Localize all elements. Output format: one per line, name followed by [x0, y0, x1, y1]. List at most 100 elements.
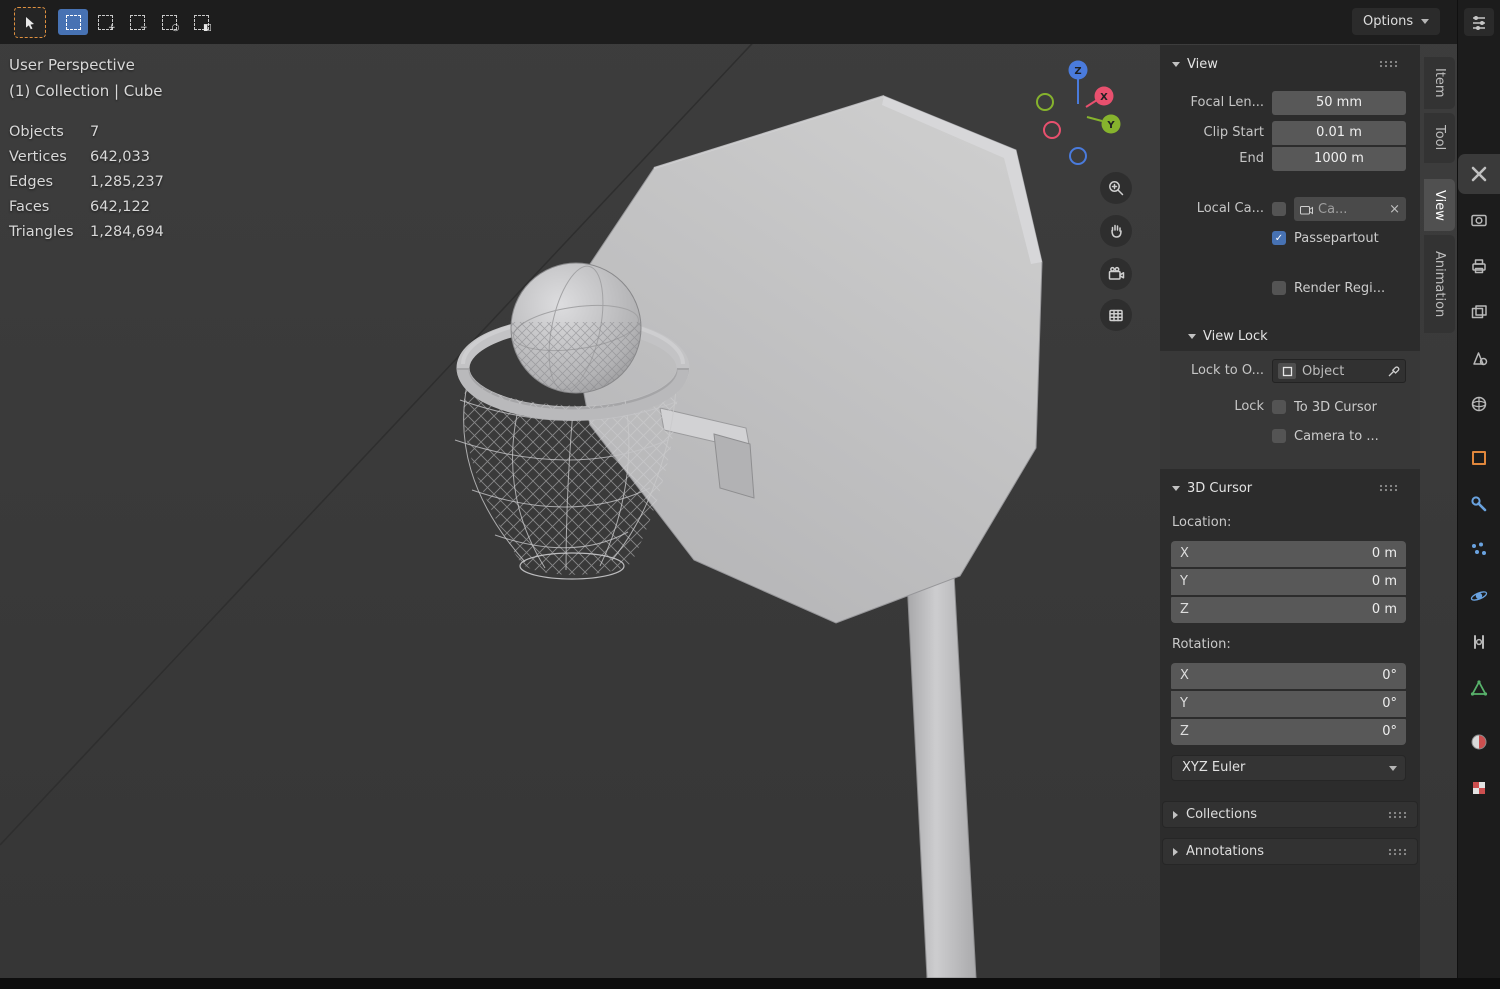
- panel-header-collections[interactable]: Collections: [1162, 801, 1418, 828]
- globe-icon: [1471, 396, 1487, 412]
- local-camera-checkbox[interactable]: [1272, 202, 1286, 216]
- panel-header-3d-cursor[interactable]: 3D Cursor: [1172, 477, 1408, 499]
- camera-data-icon: [1300, 205, 1313, 214]
- stacked-images-icon: [1471, 305, 1487, 319]
- to-3d-cursor-checkbox[interactable]: [1272, 400, 1286, 414]
- pan-button[interactable]: [1100, 215, 1132, 247]
- cone-sphere-icon: [1473, 352, 1488, 366]
- render-region-checkbox[interactable]: [1272, 281, 1286, 295]
- location-label: Location:: [1172, 515, 1232, 530]
- editor-type-button[interactable]: [1464, 8, 1494, 36]
- clip-start-field[interactable]: 0.01 m: [1272, 121, 1406, 145]
- gizmo-x-label: X: [1100, 92, 1108, 103]
- properties-tab-scene[interactable]: [1458, 338, 1500, 378]
- panel-expand-icon: [1188, 333, 1196, 339]
- passepartout-checkbox[interactable]: ✓: [1272, 231, 1286, 245]
- clip-end-label: End: [1239, 151, 1264, 166]
- properties-tab-object-data[interactable]: [1458, 668, 1500, 708]
- cursor-rotation-x[interactable]: X 0°: [1171, 663, 1406, 689]
- panel-header-view[interactable]: View: [1172, 53, 1408, 75]
- render-region-label: Render Regi...: [1294, 281, 1386, 296]
- view-perspective-label: User Perspective: [9, 56, 135, 74]
- rotation-mode-dropdown[interactable]: XYZ Euler: [1171, 755, 1406, 781]
- properties-tab-texture[interactable]: [1458, 768, 1500, 808]
- select-mode-subtract[interactable]: −: [122, 9, 152, 35]
- cursor-tool-icon: [26, 16, 34, 29]
- close-icon[interactable]: ×: [1389, 202, 1400, 217]
- properties-editor-icon: [1473, 16, 1485, 30]
- chevron-down-icon: [1421, 19, 1430, 24]
- eyedropper-icon[interactable]: [1387, 365, 1400, 378]
- properties-tab-view-layer[interactable]: [1458, 292, 1500, 332]
- viewport-overlay: User Perspective (1) Collection | Cube O…: [9, 52, 164, 245]
- object-icon: [1282, 366, 1292, 376]
- stat-row: Edges 1,285,237: [9, 174, 164, 190]
- passepartout-label: Passepartout: [1294, 231, 1379, 246]
- tab-tool[interactable]: Tool: [1424, 113, 1455, 163]
- zoom-button[interactable]: [1100, 172, 1132, 204]
- gizmo-z-neg-axis[interactable]: [1069, 147, 1087, 165]
- lock-to-object-label: Lock to O...: [1190, 363, 1264, 378]
- camera-view-button[interactable]: [1100, 258, 1132, 290]
- properties-tab-particles[interactable]: [1458, 530, 1500, 570]
- properties-tab-material[interactable]: [1458, 722, 1500, 762]
- panel-title: 3D Cursor: [1187, 480, 1253, 496]
- panel-grip-icon[interactable]: [1379, 60, 1398, 69]
- cursor-rotation-y[interactable]: Y 0°: [1171, 691, 1406, 717]
- clip-end-field[interactable]: 1000 m: [1272, 147, 1406, 171]
- hand-icon: [1111, 224, 1122, 238]
- tab-item[interactable]: Item: [1424, 57, 1455, 109]
- panel-grip-icon[interactable]: [1379, 484, 1398, 493]
- properties-tab-physics[interactable]: [1458, 576, 1500, 616]
- properties-tab-output[interactable]: [1458, 246, 1500, 286]
- select-mode-invert[interactable]: ○: [154, 9, 184, 35]
- select-box-icon: [65, 14, 81, 30]
- active-tool-button[interactable]: [14, 7, 46, 38]
- lock-to-object-field[interactable]: Object: [1272, 359, 1406, 383]
- camera-to-view-checkbox[interactable]: [1272, 429, 1286, 443]
- cursor-location-x[interactable]: X 0 m: [1171, 541, 1406, 567]
- panel-header-annotations[interactable]: Annotations: [1162, 838, 1418, 865]
- options-button[interactable]: Options: [1352, 8, 1441, 35]
- camera-back-icon: [1471, 214, 1487, 227]
- local-camera-value: Ca...: [1318, 201, 1348, 217]
- gizmo-y-neg-axis[interactable]: [1036, 93, 1054, 111]
- panel-collapsed-icon: [1173, 810, 1178, 819]
- stat-row: Objects 7: [9, 124, 100, 140]
- cursor-location-z[interactable]: Z 0 m: [1171, 597, 1406, 623]
- viewport-header: + − ○ ◧ Options: [0, 0, 1457, 44]
- properties-tab-render[interactable]: [1458, 200, 1500, 240]
- grid-icon: [1109, 309, 1123, 322]
- panel-grip-icon[interactable]: [1388, 847, 1407, 856]
- lock-label: Lock: [1234, 399, 1264, 414]
- panel-grip-icon[interactable]: [1388, 810, 1407, 819]
- properties-tab-modifiers[interactable]: [1458, 484, 1500, 524]
- panel-title: View Lock: [1203, 328, 1268, 344]
- tab-animation[interactable]: Animation: [1424, 235, 1455, 333]
- tab-view[interactable]: View: [1424, 179, 1455, 231]
- tool-icon: [1471, 166, 1487, 182]
- options-label: Options: [1363, 14, 1414, 29]
- focal-length-field[interactable]: 50 mm: [1272, 91, 1406, 115]
- properties-tab-world[interactable]: [1458, 384, 1500, 424]
- gizmo-x-neg-axis[interactable]: [1043, 121, 1061, 139]
- check-icon: ✓: [1274, 232, 1284, 244]
- projection-toggle-button[interactable]: [1100, 299, 1132, 331]
- panel-title: Collections: [1186, 807, 1258, 822]
- wrench-icon: [1471, 496, 1487, 512]
- panel-header-view-lock[interactable]: View Lock: [1188, 325, 1408, 347]
- select-mode-extend[interactable]: +: [90, 9, 120, 35]
- local-camera-field[interactable]: Ca... ×: [1294, 197, 1406, 221]
- cursor-location-y[interactable]: Y 0 m: [1171, 569, 1406, 595]
- cursor-rotation-z[interactable]: Z 0°: [1171, 719, 1406, 745]
- local-camera-label: Local Ca...: [1196, 201, 1264, 216]
- select-mode-set[interactable]: [58, 9, 88, 35]
- panel-expand-icon: [1172, 61, 1180, 67]
- magnifier-icon: [1109, 181, 1124, 196]
- properties-tab-tool[interactable]: [1458, 154, 1500, 194]
- panel-title: View: [1187, 56, 1218, 72]
- properties-tab-object[interactable]: [1458, 438, 1500, 478]
- select-mode-intersect[interactable]: ◧: [186, 9, 216, 35]
- properties-tab-constraints[interactable]: [1458, 622, 1500, 662]
- camera-to-view-label: Camera to ...: [1294, 429, 1379, 444]
